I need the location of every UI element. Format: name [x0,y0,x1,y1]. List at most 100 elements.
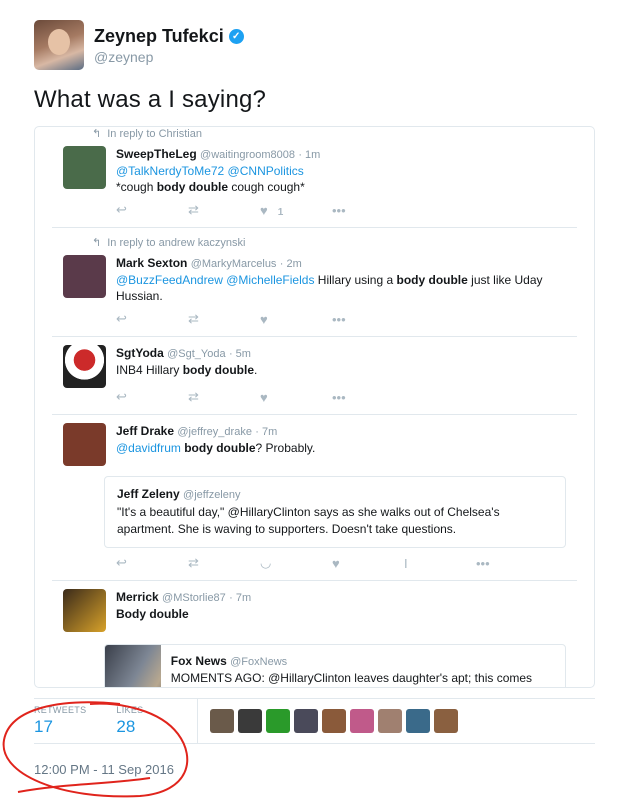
reply-handle[interactable]: @MarkyMarcelus [191,258,277,270]
reply-name[interactable]: Mark Sexton [116,256,187,270]
quote-image [105,645,161,687]
reply-handle[interactable]: @Sgt_Yoda [167,348,225,360]
retweet-icon[interactable]: ⇄ [188,555,260,571]
liker-avatar[interactable] [434,709,459,733]
liker-avatar[interactable] [266,709,291,733]
reply-handle[interactable]: @MStorlie87 [162,592,226,604]
more-icon[interactable]: ••• [332,312,404,327]
reply-time[interactable]: · 1m [298,149,320,161]
reply-tweet[interactable]: Merrick @MStorlie87 · 7m Body double Fox… [52,581,577,687]
reply-time[interactable]: · 7m [255,426,277,438]
reply-name[interactable]: Jeff Drake [116,424,174,438]
reply-text-post: . [254,363,258,377]
tweet-stats: RETWEETS 17 LIKES 28 [34,698,595,744]
quoted-tweet-card[interactable]: Fox News @FoxNews MOMENTS AGO: @HillaryC… [104,644,566,687]
reply-time[interactable]: · 7m [229,592,251,604]
reply-name[interactable]: SweepTheLeg [116,147,197,161]
tweet-author: Zeynep Tufekci ✓ @zeynep [34,20,244,70]
likes-stat[interactable]: LIKES 28 [116,705,143,737]
reply-icon[interactable]: ↩ [116,555,188,571]
likes-label: LIKES [116,705,144,715]
reply-row: Mark Sexton @MarkyMarcelus · 2m @BuzzFee… [52,255,577,304]
reply-handle[interactable]: @jeffrey_drake [177,426,252,438]
avatar[interactable] [63,345,106,388]
like-icon[interactable]: ♥ [260,390,332,405]
liker-avatar[interactable] [378,709,403,733]
author-avatar[interactable] [34,20,84,70]
more-icon[interactable]: ••• [476,556,548,571]
liker-avatar[interactable] [238,709,263,733]
reply-tweet[interactable]: Jeff Drake @jeffrey_drake · 7m @davidfru… [52,415,577,581]
liker-avatar[interactable] [322,709,347,733]
more-icon[interactable]: ••• [332,390,404,405]
reply-tweet[interactable]: SgtYoda @Sgt_Yoda · 5m INB4 Hillary body… [52,337,577,415]
reply-body: Mark Sexton @MarkyMarcelus · 2m @BuzzFee… [116,255,577,304]
reply-body: SgtYoda @Sgt_Yoda · 5m INB4 Hillary body… [116,345,257,388]
like-icon[interactable]: ♥ [332,556,404,571]
reply-text-bold: body double [396,273,468,287]
retweet-icon[interactable]: ⇄ [188,202,260,218]
like-icon[interactable]: ♥ [260,312,332,327]
more-icon[interactable]: ••• [332,203,404,218]
retweets-stat[interactable]: RETWEETS 17 [34,705,86,737]
liker-avatar[interactable] [210,709,235,733]
avatar[interactable] [63,589,106,632]
instapaper-icon[interactable]: I [404,556,476,571]
in-reply-to-label: In reply to andrew kaczynski [107,237,246,249]
liker-avatar[interactable] [350,709,375,733]
reply-icon[interactable]: ↩ [116,202,188,218]
retweets-count[interactable]: 17 [34,717,86,737]
quote-handle: @FoxNews [230,656,288,668]
reply-text: *cough body double cough cough* [116,179,320,195]
author-handle[interactable]: @zeynep [94,49,244,65]
reply-text-post: cough cough* [228,180,305,194]
reply-text-bold: body double [156,180,229,194]
in-reply-to: ↰ In reply to andrew kaczynski [52,236,577,249]
reply-name[interactable]: Merrick [116,590,159,604]
reply-text-pre: Hillary using a [314,273,397,287]
retweet-icon[interactable]: ⇄ [188,389,260,405]
reply-text-pre: *cough [116,180,157,194]
quote-card-body: Fox News @FoxNews MOMENTS AGO: @HillaryC… [161,645,565,687]
embedded-timeline[interactable]: ↰ In reply to Christian SweepTheLeg @wait… [34,126,595,688]
tweet-text: What was a I saying? [34,86,267,113]
reply-text: Body double [116,607,189,621]
reply-actions: ↩ ⇄ ♥ 1 ••• [116,202,577,218]
reply-actions: ↩ ⇄ ◡ ♥ I ••• [116,555,577,571]
reply-icon[interactable]: ↩ [116,311,188,327]
reply-icon[interactable]: ↩ [116,389,188,405]
author-name-row[interactable]: Zeynep Tufekci ✓ [94,26,244,47]
reply-body: Merrick @MStorlie87 · 7m Body double [116,589,251,632]
reply-body: Jeff Drake @jeffrey_drake · 7m @davidfru… [116,423,315,466]
avatar[interactable] [63,146,106,189]
reply-name[interactable]: SgtYoda [116,346,164,360]
author-name[interactable]: Zeynep Tufekci [94,26,224,47]
reply-mentions[interactable]: @davidfrum [116,441,181,455]
retweet-icon[interactable]: ⇄ [188,311,260,327]
pocket-icon[interactable]: ◡ [260,555,332,571]
reply-tweet[interactable]: ↰ In reply to andrew kaczynski Mark Sexto… [52,228,577,337]
reply-text: INB4 Hillary body double. [116,362,257,378]
avatar[interactable] [63,255,106,298]
reply-handle[interactable]: @waitingroom8008 [200,149,295,161]
reply-mentions[interactable]: @BuzzFeedAndrew @MichelleFields [116,273,314,287]
tweet-timestamp[interactable]: 12:00 PM - 11 Sep 2016 [34,762,174,777]
reply-tweet[interactable]: ↰ In reply to Christian SweepTheLeg @wait… [52,127,577,228]
reply-time[interactable]: · 2m [280,258,302,270]
reply-arrow-icon: ↰ [92,237,102,249]
like-icon[interactable]: ♥ 1 [260,203,332,218]
quoted-tweet[interactable]: Jeff Zeleny @jeffzeleny "It's a beautifu… [104,476,566,548]
quote-text: "It's a beautiful day," @HillaryClinton … [117,505,500,536]
likes-count[interactable]: 28 [116,717,143,737]
in-reply-to: ↰ In reply to Christian [52,127,577,140]
reply-mentions[interactable]: @TalkNerdyToMe72 @CNNPolitics [116,164,304,178]
reply-text-bold: body double [182,363,255,377]
liker-avatar[interactable] [406,709,431,733]
reply-time[interactable]: · 5m [229,348,251,360]
reply-arrow-icon: ↰ [92,128,102,140]
quote-handle: @jeffzeleny [183,489,241,501]
reply-text-pre: INB4 Hillary [116,363,183,377]
reply-row: Merrick @MStorlie87 · 7m Body double [52,589,577,632]
avatar[interactable] [63,423,106,466]
liker-avatar[interactable] [294,709,319,733]
